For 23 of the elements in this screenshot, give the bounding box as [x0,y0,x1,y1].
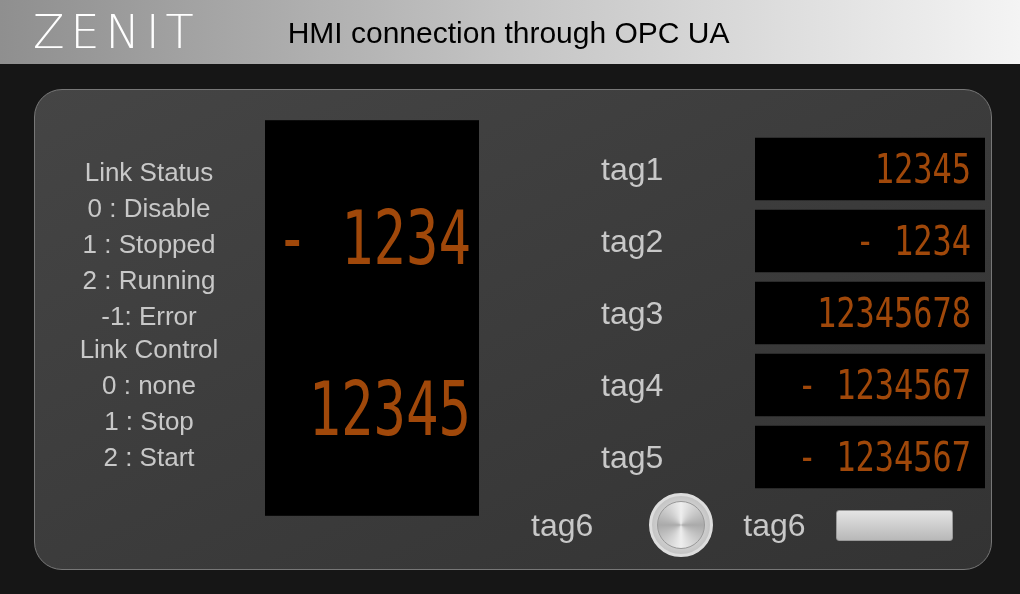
window-title: HMI connection through OPC UA [287,14,730,51]
option-label: 0 : none [102,369,196,402]
logo: ZENIT [33,3,200,61]
seven-segment-display: - 1234567 [755,353,985,417]
option-label: -1: Error [101,300,197,333]
option-label: 2 : Start [103,441,195,474]
tag-label: tag6 [531,506,594,545]
option-label: 1 : Stop [104,405,194,438]
tag-label: tag3 [601,294,665,333]
group-title: Link Status [84,156,214,189]
option-label: 2 : Running [82,264,216,297]
seven-segment-display: - 1234567 [755,425,985,489]
tag-label: tag4 [601,366,665,405]
tag-label: tag1 [601,150,665,189]
tag-label: tag6 [743,506,806,545]
seven-segment-display: 12345 [755,137,985,201]
option-label: 1 : Stopped [82,228,216,261]
group-title: Link Control [79,333,219,366]
option-label: 0 : Disable [87,192,211,225]
tag-label: tag2 [601,222,665,261]
tag-label: tag5 [601,438,665,477]
seven-segment-display: 12345678 [755,281,985,345]
seven-segment-display: - 1234 [755,209,985,273]
